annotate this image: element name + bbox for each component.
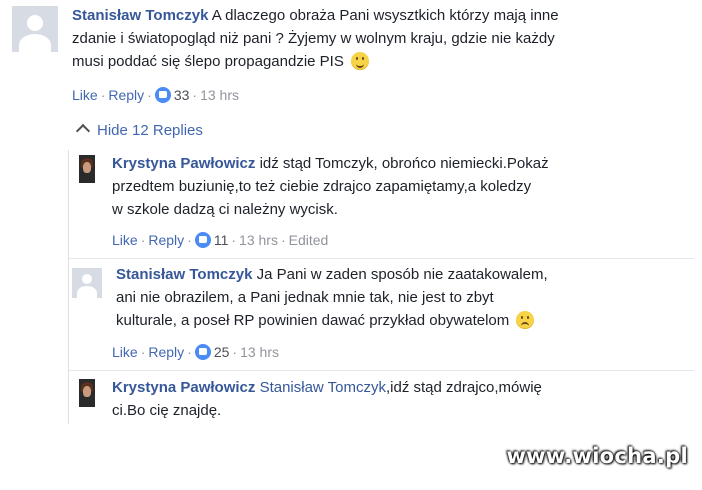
like-count-icon[interactable] bbox=[154, 87, 171, 103]
comment-line: A dlaczego obraża Pani wsysztkich którzy… bbox=[211, 7, 559, 24]
timestamp[interactable]: 13 hrs bbox=[240, 344, 279, 360]
reply-text: Krystyna Pawłowicz idź stąd Tomczyk, obr… bbox=[112, 152, 672, 221]
reply-author[interactable]: Krystyna Pawłowicz bbox=[112, 155, 255, 172]
reply-line: Ja Pani w zaden sposób nie zaatakowalem, bbox=[256, 266, 548, 283]
reply-author[interactable]: Krystyna Pawłowicz bbox=[112, 379, 255, 396]
reply-actions: Like · Reply · 25 · 13 hrs bbox=[112, 344, 279, 360]
like-link[interactable]: Like bbox=[112, 344, 138, 360]
comment-author[interactable]: Stanisław Tomczyk bbox=[72, 7, 208, 24]
comment-panel: Stanisław Tomczyk A dlaczego obraża Pani… bbox=[0, 0, 702, 424]
comment-actions: Like · Reply · 33 · 13 hrs bbox=[72, 87, 239, 103]
reply-line: ,idź stąd zdrajco,mówię bbox=[386, 379, 542, 396]
comment-text: Stanisław Tomczyk A dlaczego obraża Pani… bbox=[72, 4, 682, 73]
reply-1: Krystyna Pawłowicz idź stąd Tomczyk, obr… bbox=[0, 150, 702, 258]
reply-line: idź stąd Tomczyk, obrońco niemiecki.Poka… bbox=[259, 155, 549, 172]
divider bbox=[69, 370, 694, 371]
reply-text: Stanisław Tomczyk Ja Pani w zaden sposób… bbox=[116, 263, 676, 332]
comment-line: zdanie i światopogląd niż pani ? Żyjemy … bbox=[72, 30, 555, 47]
comment-line: musi poddać się ślepo propagandzie PIS bbox=[72, 53, 344, 70]
reply-text: Krystyna Pawłowicz Stanisław Tomczyk,idź… bbox=[112, 376, 672, 422]
mention-link[interactable]: Stanisław Tomczyk bbox=[260, 379, 386, 396]
like-link[interactable]: Like bbox=[112, 232, 138, 248]
avatar-placeholder[interactable] bbox=[72, 268, 102, 298]
reply-author[interactable]: Stanisław Tomczyk bbox=[116, 266, 252, 283]
chevron-up-icon bbox=[75, 123, 91, 139]
avatar-placeholder[interactable] bbox=[12, 6, 58, 52]
reply-line: w szkole dadzą ci należny wycisk. bbox=[112, 201, 338, 218]
reply-link[interactable]: Reply bbox=[148, 232, 184, 248]
reply-link[interactable]: Reply bbox=[148, 344, 184, 360]
watermark: www.wiocha.pl bbox=[506, 444, 688, 468]
reply-line: przedtem buziunię,to też ciebie zdrajco … bbox=[112, 178, 532, 195]
hide-replies-link[interactable]: Hide 12 Replies bbox=[75, 122, 203, 139]
hide-replies-label: Hide 12 Replies bbox=[97, 122, 203, 139]
like-count-icon[interactable] bbox=[194, 344, 211, 360]
sad-emoji-icon bbox=[516, 311, 535, 329]
edited-label[interactable]: Edited bbox=[289, 232, 329, 248]
reply-line: ci.Bo cię znajdę. bbox=[112, 402, 222, 419]
like-link[interactable]: Like bbox=[72, 87, 98, 103]
like-count[interactable]: 33 bbox=[174, 87, 190, 103]
reply-3: Krystyna Pawłowicz Stanisław Tomczyk,idź… bbox=[0, 375, 702, 424]
avatar-photo[interactable] bbox=[79, 379, 95, 407]
avatar-photo[interactable] bbox=[79, 155, 95, 183]
like-count[interactable]: 11 bbox=[214, 232, 229, 248]
like-count-icon[interactable] bbox=[194, 232, 211, 248]
reply-line: ani nie obrazilem, a Pani jednak mnie ta… bbox=[116, 289, 494, 306]
like-count[interactable]: 25 bbox=[214, 344, 230, 360]
reply-2: Stanisław Tomczyk Ja Pani w zaden sposób… bbox=[0, 262, 702, 370]
timestamp[interactable]: 13 hrs bbox=[200, 87, 239, 103]
timestamp[interactable]: 13 hrs bbox=[239, 232, 278, 248]
reply-actions: Like · Reply · 11 · 13 hrs · Edited bbox=[112, 232, 329, 248]
smile-emoji-icon bbox=[351, 52, 370, 70]
reply-link[interactable]: Reply bbox=[108, 87, 144, 103]
comment-top: Stanisław Tomczyk A dlaczego obraża Pani… bbox=[0, 0, 702, 120]
reply-line: kulturale, a poseł RP powinien dawać prz… bbox=[116, 312, 510, 329]
divider bbox=[69, 258, 694, 259]
